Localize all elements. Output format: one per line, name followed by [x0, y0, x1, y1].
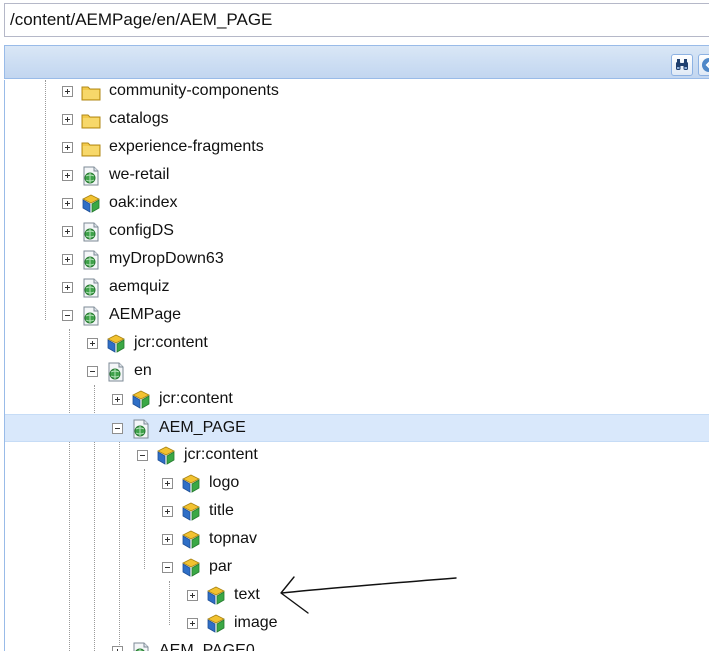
tree-node-label: experience-fragments	[109, 138, 264, 155]
tree-node[interactable]: catalogs	[5, 106, 709, 134]
node-icon	[180, 501, 202, 523]
expand-icon[interactable]	[62, 86, 73, 97]
folder-icon	[80, 109, 102, 131]
tree-node[interactable]: aemquiz	[5, 274, 709, 302]
tree-node-label: jcr:content	[134, 334, 208, 351]
tree-node-label: jcr:content	[159, 390, 233, 407]
tree-node-label: text	[234, 586, 260, 603]
tree-node[interactable]: myDropDown63	[5, 246, 709, 274]
tree-toolbar	[4, 45, 709, 79]
hand-drawn-arrow-icon	[280, 576, 457, 614]
node-icon	[180, 529, 202, 551]
node-icon	[105, 333, 127, 355]
tree-node-label: oak:index	[109, 194, 178, 211]
page-icon	[130, 641, 152, 651]
tree-node-label: image	[234, 614, 278, 631]
node-icon	[180, 557, 202, 579]
expand-icon[interactable]	[187, 590, 198, 601]
expand-icon[interactable]	[162, 478, 173, 489]
tree-node[interactable]: AEM_PAGE0	[5, 638, 709, 651]
page-icon	[105, 361, 127, 383]
tree-node-label: par	[209, 558, 233, 575]
node-icon	[180, 473, 202, 495]
tree-node[interactable]: jcr:content	[5, 386, 709, 414]
node-icon	[80, 193, 102, 215]
tree-node[interactable]: we-retail	[5, 162, 709, 190]
folder-icon	[80, 81, 102, 103]
tree-node[interactable]: topnav	[5, 526, 709, 554]
folder-icon	[80, 137, 102, 159]
binoculars-icon	[676, 59, 688, 70]
node-icon	[130, 389, 152, 411]
tree-node-label: we-retail	[109, 166, 170, 183]
page-icon	[80, 165, 102, 187]
collapse-button[interactable]	[698, 54, 709, 76]
expand-icon[interactable]	[112, 394, 123, 405]
tree-node-label: AEM_PAGE0	[159, 642, 255, 651]
expand-icon[interactable]	[87, 338, 98, 349]
repository-tree: community-components catalogs experience-f…	[4, 80, 709, 651]
tree-node-label: AEM_PAGE	[159, 419, 246, 436]
tree-node-label: en	[134, 362, 152, 379]
expand-icon[interactable]	[62, 226, 73, 237]
tree-node[interactable]: community-components	[5, 80, 709, 106]
tree-node[interactable]: AEMPage	[5, 302, 709, 330]
node-icon	[155, 445, 177, 467]
collapse-icon[interactable]	[112, 423, 123, 434]
collapse-icon[interactable]	[162, 562, 173, 573]
expand-icon[interactable]	[62, 254, 73, 265]
expand-icon[interactable]	[187, 618, 198, 629]
tree-node-label: myDropDown63	[109, 250, 224, 267]
tree-node-label: title	[209, 502, 234, 519]
tree-node-label: AEMPage	[109, 306, 182, 323]
expand-icon[interactable]	[62, 198, 73, 209]
page-icon	[80, 249, 102, 271]
tree-node[interactable]: experience-fragments	[5, 134, 709, 162]
tree-node[interactable]: en	[5, 358, 709, 386]
page-icon	[80, 277, 102, 299]
node-icon	[205, 585, 227, 607]
tree-node-label: catalogs	[109, 110, 169, 127]
arrow-left-icon	[702, 58, 709, 72]
tree-node-label: aemquiz	[109, 278, 170, 295]
expand-icon[interactable]	[162, 506, 173, 517]
tree-node-label: jcr:content	[184, 446, 258, 463]
tree-node-label: topnav	[209, 530, 258, 547]
expand-icon[interactable]	[62, 170, 73, 181]
tree-node-label: configDS	[109, 222, 174, 239]
tree-node[interactable]: AEM_PAGE	[5, 414, 709, 442]
collapse-icon[interactable]	[137, 450, 148, 461]
expand-icon[interactable]	[62, 142, 73, 153]
tree-node[interactable]: title	[5, 498, 709, 526]
page-icon	[130, 418, 152, 440]
page-icon	[80, 305, 102, 327]
tree-node[interactable]: oak:index	[5, 190, 709, 218]
collapse-icon[interactable]	[87, 366, 98, 377]
collapse-icon[interactable]	[62, 310, 73, 321]
expand-icon[interactable]	[112, 646, 123, 651]
expand-icon[interactable]	[62, 282, 73, 293]
tree-node[interactable]: jcr:content	[5, 330, 709, 358]
tree-node-label: community-components	[109, 82, 279, 99]
tree-node-label: logo	[209, 474, 240, 491]
tree-node[interactable]: configDS	[5, 218, 709, 246]
expand-icon[interactable]	[62, 114, 73, 125]
expand-icon[interactable]	[162, 534, 173, 545]
tree-node[interactable]: logo	[5, 470, 709, 498]
find-button[interactable]	[671, 54, 693, 76]
tree-node[interactable]: jcr:content	[5, 442, 709, 470]
node-icon	[205, 613, 227, 635]
path-input[interactable]: /content/AEMPage/en/AEM_PAGE	[4, 3, 709, 37]
page-icon	[80, 221, 102, 243]
